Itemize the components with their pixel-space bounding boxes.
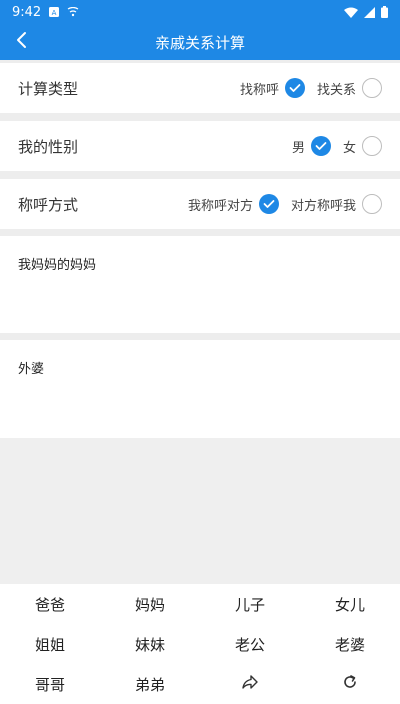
option-male[interactable]: 男 (292, 136, 331, 156)
option-female[interactable]: 女 (343, 136, 382, 156)
empty-area (0, 438, 400, 584)
back-button[interactable] (10, 30, 34, 54)
option-find-relation[interactable]: 找关系 (317, 78, 382, 98)
result-text: 外婆 (18, 362, 45, 377)
notification-cast-icon (67, 7, 79, 17)
key-younger-brother[interactable]: 弟弟 (100, 664, 200, 704)
calc-type-row: 计算类型 找称呼 找关系 (0, 63, 400, 113)
key-elder-sister[interactable]: 姐姐 (0, 624, 100, 664)
share-arrow-icon (241, 674, 259, 694)
signal-icon (364, 6, 375, 18)
address-mode-label: 称呼方式 (18, 195, 79, 214)
refresh-icon (342, 674, 358, 694)
relation-input-field[interactable]: 我妈妈的妈妈 (0, 236, 400, 333)
address-mode-row: 称呼方式 我称呼对方 对方称呼我 (0, 179, 400, 229)
key-daughter[interactable]: 女儿 (300, 584, 400, 624)
relation-input-text: 我妈妈的妈妈 (18, 258, 97, 273)
key-wife[interactable]: 老婆 (300, 624, 400, 664)
svg-text:A: A (52, 9, 57, 17)
app-bar: 亲戚关系计算 (0, 24, 400, 60)
key-younger-sister[interactable]: 妹妹 (100, 624, 200, 664)
gender-row: 我的性别 男 女 (0, 121, 400, 171)
share-button[interactable] (200, 664, 300, 704)
unchecked-radio-icon[interactable] (362, 136, 382, 156)
unchecked-radio-icon[interactable] (362, 194, 382, 214)
checked-radio-icon[interactable] (258, 194, 279, 214)
key-elder-brother[interactable]: 哥哥 (0, 664, 100, 704)
option-find-address[interactable]: 找称呼 (240, 78, 305, 98)
relation-keyboard: 爸爸 妈妈 儿子 女儿 姐姐 妹妹 老公 老婆 哥哥 弟弟 (0, 584, 400, 704)
key-husband[interactable]: 老公 (200, 624, 300, 664)
unchecked-radio-icon[interactable] (362, 78, 382, 98)
option-i-address-them[interactable]: 我称呼对方 (188, 194, 279, 214)
reset-button[interactable] (300, 664, 400, 704)
calc-type-label: 计算类型 (18, 79, 79, 98)
result-panel: 外婆 (0, 340, 400, 438)
key-mother[interactable]: 妈妈 (100, 584, 200, 624)
key-son[interactable]: 儿子 (200, 584, 300, 624)
page-title: 亲戚关系计算 (154, 33, 245, 52)
key-father[interactable]: 爸爸 (0, 584, 100, 624)
option-they-address-me[interactable]: 对方称呼我 (291, 194, 382, 214)
battery-icon (381, 6, 388, 18)
status-bar: 9:42 A (0, 0, 400, 24)
notification-a-icon: A (49, 7, 60, 17)
status-time: 9:42 (12, 4, 42, 20)
checked-radio-icon[interactable] (310, 136, 331, 156)
checked-radio-icon[interactable] (284, 78, 305, 98)
wifi-icon (344, 7, 358, 18)
gender-label: 我的性别 (18, 137, 79, 156)
chevron-left-icon (15, 31, 29, 53)
